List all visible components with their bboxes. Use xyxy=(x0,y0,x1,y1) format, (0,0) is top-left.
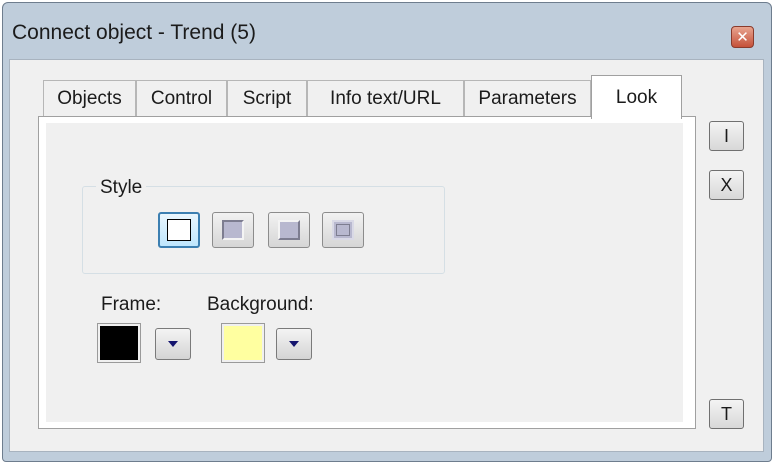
style-sunken-icon xyxy=(222,220,244,240)
tab-script[interactable]: Script xyxy=(227,80,307,117)
style-sunken-button[interactable] xyxy=(212,212,254,248)
frame-color-swatch[interactable] xyxy=(97,323,141,363)
style-groupbox xyxy=(82,186,445,274)
tab-objects[interactable]: Objects xyxy=(43,80,136,117)
style-flat-button[interactable] xyxy=(158,212,200,248)
style-raised-icon xyxy=(278,220,300,240)
tab-look[interactable]: Look xyxy=(591,75,682,119)
frame-color-fill xyxy=(100,326,138,360)
style-double-icon xyxy=(332,220,354,240)
window-title: Connect object - Trend (5) xyxy=(12,21,256,44)
frame-color-dropdown[interactable] xyxy=(155,328,191,360)
background-label: Background: xyxy=(207,294,314,315)
tab-parameters[interactable]: Parameters xyxy=(464,80,591,117)
style-double-button[interactable] xyxy=(322,212,364,248)
insert-button-label: I xyxy=(723,125,729,146)
insert-button[interactable]: I xyxy=(709,121,744,151)
style-flat-icon xyxy=(167,219,191,241)
tab-control[interactable]: Control xyxy=(136,80,227,117)
tab-info-text-url[interactable]: Info text/URL xyxy=(307,80,464,117)
background-color-swatch[interactable] xyxy=(221,323,265,363)
background-color-dropdown[interactable] xyxy=(276,328,312,360)
delete-button-label: X xyxy=(720,174,733,195)
text-button-label: T xyxy=(721,403,732,424)
background-color-fill xyxy=(224,326,262,360)
triangle-down-icon xyxy=(168,341,178,347)
frame-label: Frame: xyxy=(101,294,162,315)
triangle-down-icon xyxy=(289,341,299,347)
close-button[interactable]: ✕ xyxy=(731,26,754,48)
text-button[interactable]: T xyxy=(709,399,744,429)
style-raised-button[interactable] xyxy=(268,212,310,248)
close-icon: ✕ xyxy=(736,28,749,46)
delete-button[interactable]: X xyxy=(709,170,744,200)
style-group-label: Style xyxy=(96,177,147,199)
